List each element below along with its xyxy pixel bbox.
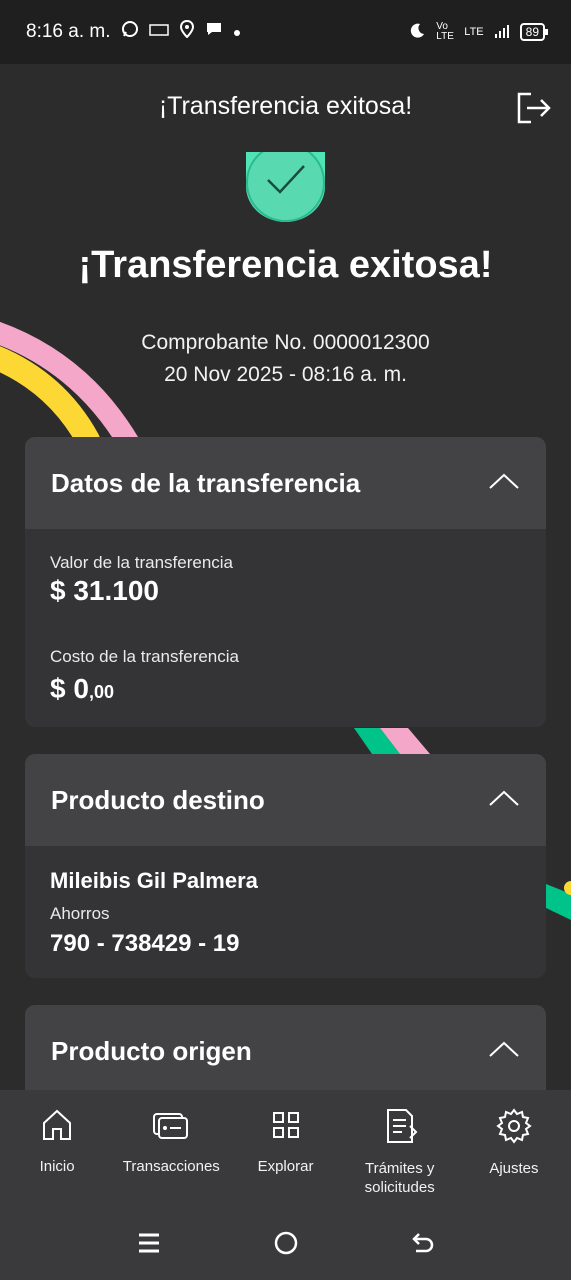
transfer-value: $ 31.100	[50, 575, 159, 606]
transfer-cost-cents: ,00	[88, 682, 114, 702]
dot-icon	[233, 21, 241, 43]
nav-label-tramites: Trámites y solicitudes	[364, 1160, 435, 1196]
nav-label-transacciones: Transacciones	[122, 1158, 220, 1175]
chevron-up-icon	[488, 1040, 520, 1063]
back-button[interactable]	[403, 1225, 443, 1265]
home-icon	[40, 1108, 74, 1147]
chat-icon	[205, 21, 223, 43]
nav-item-transacciones[interactable]: Transacciones	[114, 1108, 228, 1210]
volte-label: Vo LTE	[436, 21, 454, 42]
destination-name: Mileibis Gil Palmera	[50, 868, 258, 893]
status-time: 8:16 a. m.	[26, 21, 111, 42]
bottom-navigation: Inicio Transacciones Explorar Trámites y…	[0, 1090, 571, 1210]
location-icon	[179, 19, 195, 44]
destination-account-number: 790 - 738429 - 19	[50, 930, 240, 957]
app-icon	[148, 21, 169, 43]
decorative-stripes-mid	[354, 728, 430, 754]
transactions-icon	[152, 1108, 190, 1147]
circle-icon	[273, 1230, 299, 1261]
destination-product-title: Producto destino	[51, 784, 265, 815]
decorative-stripes-right	[546, 881, 571, 920]
transfer-data-header[interactable]: Datos de la transferencia	[25, 437, 546, 529]
header-title: ¡Transferencia exitosa!	[158, 92, 413, 120]
grid-icon	[269, 1108, 303, 1147]
origin-product-header[interactable]: Producto origen	[25, 1005, 546, 1097]
android-system-nav	[0, 1210, 571, 1280]
transfer-cost-main: $ 0	[50, 673, 89, 704]
battery-indicator: 89	[519, 23, 549, 41]
destination-product-header[interactable]: Producto destino	[25, 754, 546, 846]
whatsapp-icon	[121, 20, 139, 44]
success-check-badge	[246, 152, 325, 222]
notification-icons	[121, 19, 241, 44]
transfer-data-card: Datos de la transferencia Valor de la tr…	[25, 437, 546, 727]
back-arrow-icon	[410, 1231, 436, 1260]
transfer-cost-label: Costo de la transferencia	[50, 647, 239, 666]
gear-icon	[496, 1108, 532, 1149]
destination-product-card: Producto destino Mileibis Gil Palmera Ah…	[25, 754, 546, 978]
transfer-value-label: Valor de la transferencia	[50, 553, 234, 572]
nav-label-ajustes: Ajustes	[489, 1160, 539, 1177]
signal-icon	[494, 23, 510, 42]
logout-button[interactable]	[514, 90, 554, 130]
origin-product-title: Producto origen	[51, 1035, 252, 1066]
transfer-cost: $ 0,00	[50, 673, 521, 705]
destination-account-type: Ahorros	[50, 904, 110, 923]
transfer-data-title: Datos de la transferencia	[51, 467, 361, 498]
chevron-up-icon	[488, 472, 520, 495]
chevron-up-icon	[488, 789, 520, 812]
nav-item-inicio[interactable]: Inicio	[0, 1108, 114, 1210]
system-icons: Vo LTE LTE 89	[408, 21, 549, 43]
nav-item-tramites[interactable]: Trámites y solicitudes	[343, 1108, 457, 1210]
receipt-info: Comprobante No. 0000012300 20 Nov 2025 -…	[0, 327, 571, 391]
receipt-datetime: 20 Nov 2025 - 08:16 a. m.	[164, 363, 407, 386]
moon-icon	[408, 22, 426, 43]
recents-button[interactable]	[129, 1225, 169, 1265]
nav-item-explorar[interactable]: Explorar	[228, 1108, 342, 1210]
logout-icon	[515, 90, 553, 131]
receipt-number: Comprobante No. 0000012300	[141, 331, 430, 354]
checkmark-icon	[267, 165, 305, 194]
home-button[interactable]	[266, 1225, 306, 1265]
nav-label-inicio: Inicio	[39, 1158, 75, 1175]
menu-lines-icon	[137, 1231, 161, 1260]
success-title: ¡Transferencia exitosa!	[78, 244, 493, 286]
lte-label: LTE	[464, 26, 484, 38]
nav-label-explorar: Explorar	[257, 1158, 314, 1175]
status-bar: 8:16 a. m. Vo LTE LTE 89	[0, 0, 571, 64]
document-icon	[382, 1108, 418, 1149]
nav-item-ajustes[interactable]: Ajustes	[457, 1108, 571, 1210]
